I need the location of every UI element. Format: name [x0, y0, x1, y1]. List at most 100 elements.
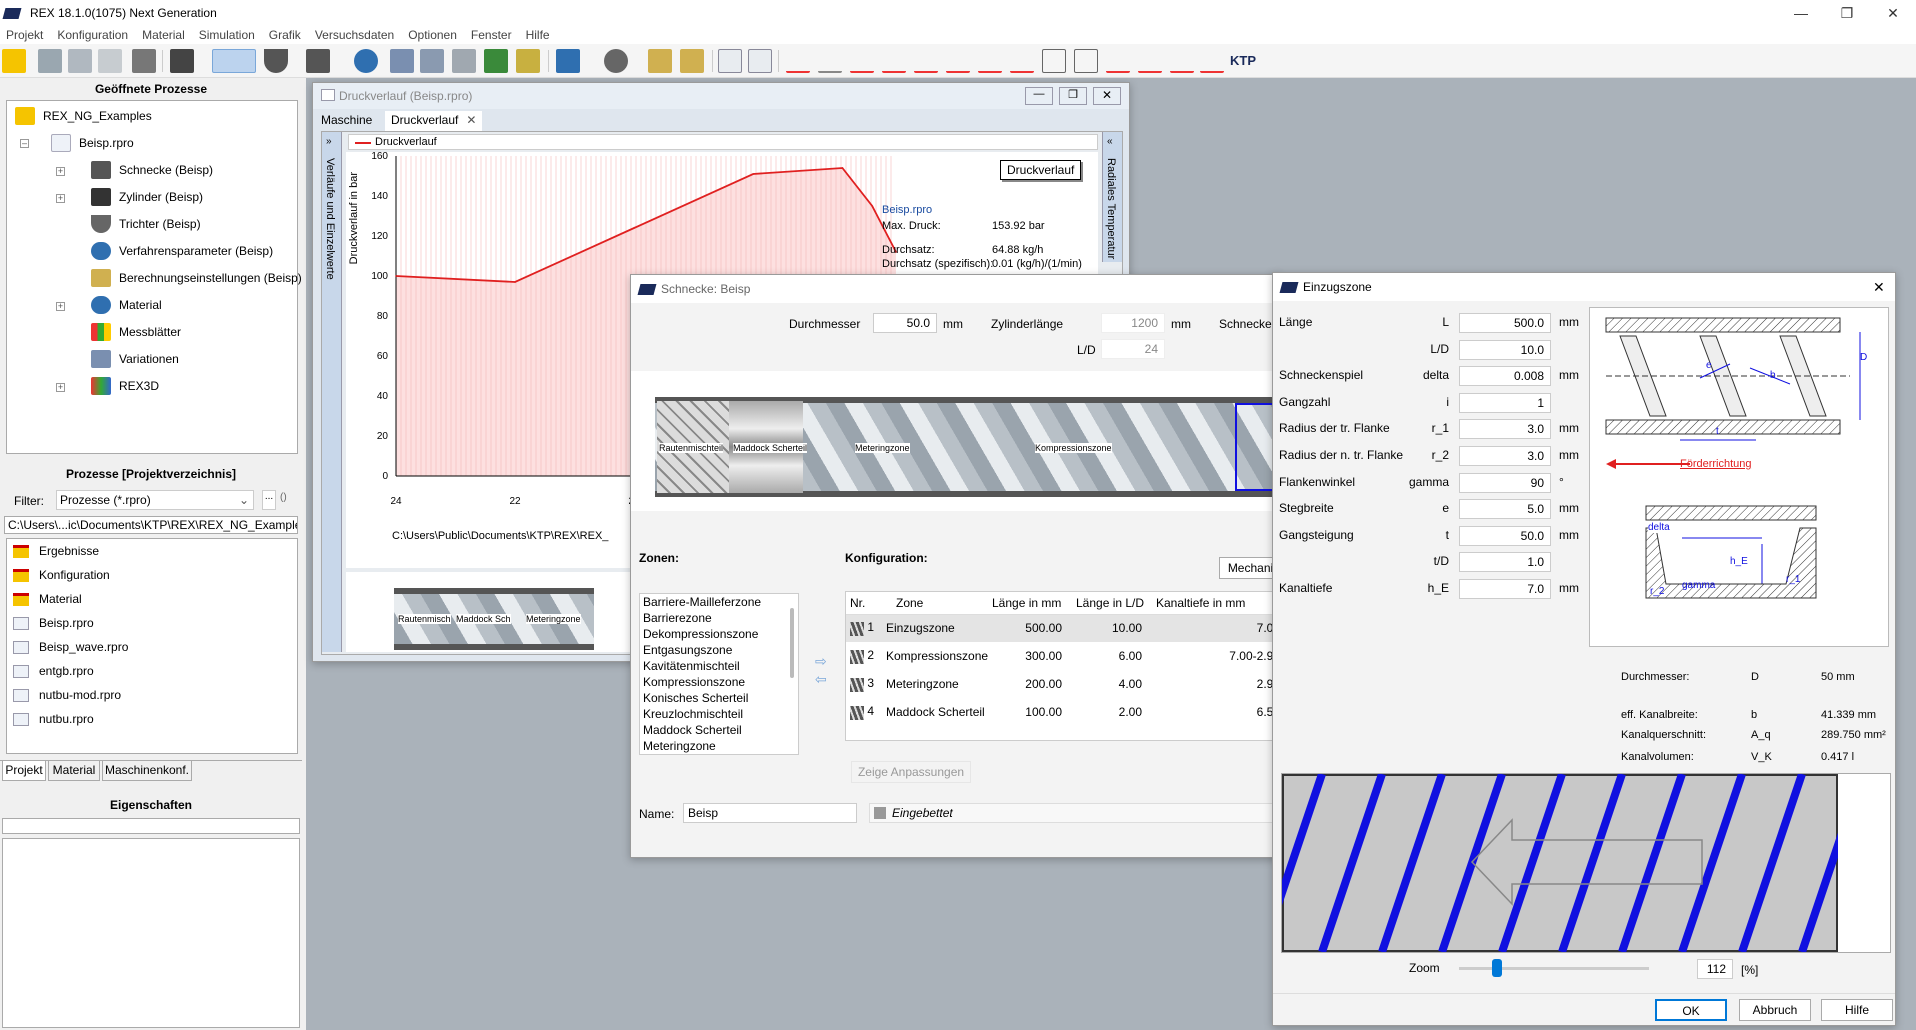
- sheet-icon[interactable]: [748, 49, 772, 73]
- table-row[interactable]: 1 Einzugszone 500.00 10.00 7.00: [846, 614, 1280, 642]
- tab-maschinenkonf[interactable]: Maschinenkonf.: [102, 761, 192, 781]
- expand-icon[interactable]: +: [56, 167, 65, 176]
- ktp-logo-icon[interactable]: KTP: [1230, 49, 1256, 73]
- field-input[interactable]: 1: [1459, 392, 1551, 413]
- ok-button[interactable]: OK: [1655, 999, 1727, 1021]
- calc2-icon[interactable]: [680, 49, 704, 73]
- curve1-icon[interactable]: [786, 49, 810, 73]
- zoom-slider[interactable]: [1459, 959, 1649, 977]
- curve9-icon[interactable]: [1042, 49, 1066, 73]
- zone-list-item[interactable]: Maddock Scherteil: [640, 722, 798, 738]
- curve4-icon[interactable]: [882, 49, 906, 73]
- tree-item-messblaetter[interactable]: Messblätter: [91, 323, 181, 341]
- help-button[interactable]: Hilfe: [1821, 999, 1893, 1021]
- curve3-icon[interactable]: [850, 49, 874, 73]
- filter-select[interactable]: Prozesse (*.rpro) ⌄: [56, 490, 254, 510]
- menu-versuchsdaten[interactable]: Versuchsdaten: [315, 28, 394, 42]
- minimize-button[interactable]: —: [1025, 87, 1053, 105]
- zone-list-item[interactable]: Barrierezone: [640, 610, 798, 626]
- path-field[interactable]: C:\Users\...ic\Documents\KTP\REX\REX_NG_…: [4, 516, 298, 534]
- left-side-panel[interactable]: » Verläufe und Einzelwerte: [322, 132, 342, 652]
- menu-optionen[interactable]: Optionen: [408, 28, 457, 42]
- grid-icon[interactable]: [452, 49, 476, 73]
- menu-projekt[interactable]: Projekt: [6, 28, 43, 42]
- folder-konfiguration[interactable]: Konfiguration: [13, 568, 110, 582]
- curve7-icon[interactable]: [978, 49, 1002, 73]
- print-icon[interactable]: [132, 49, 156, 73]
- right-side-panel[interactable]: « Radiales Temperatur: [1102, 132, 1122, 262]
- name-input[interactable]: Beisp: [683, 803, 857, 823]
- menu-hilfe[interactable]: Hilfe: [526, 28, 550, 42]
- curve13-icon[interactable]: [1170, 49, 1194, 73]
- close-icon[interactable]: ✕: [1873, 279, 1885, 296]
- expand-side-icon[interactable]: «: [1107, 136, 1113, 147]
- durchmesser-input[interactable]: 50.0: [873, 313, 937, 333]
- collapse-icon[interactable]: –: [20, 139, 29, 148]
- curve6-icon[interactable]: [946, 49, 970, 73]
- curve5-icon[interactable]: [914, 49, 938, 73]
- zone-list-item[interactable]: Kreuzlochmischteil: [640, 706, 798, 722]
- field-input[interactable]: 500.0: [1459, 313, 1551, 333]
- tree-item-schnecke[interactable]: Schnecke (Beisp): [91, 161, 213, 179]
- close-icon[interactable]: ✕: [1093, 87, 1121, 105]
- tab-material[interactable]: Material: [48, 761, 100, 781]
- tree-file[interactable]: Beisp.rpro: [51, 134, 134, 152]
- file-nutbu[interactable]: nutbu.rpro: [13, 712, 94, 726]
- field-input[interactable]: 5.0: [1459, 499, 1551, 520]
- zoom-slider-thumb[interactable]: [1492, 959, 1502, 977]
- screw-view[interactable]: Rautenmischteil Maddock Scherteil Meteri…: [631, 371, 1281, 511]
- expand-icon[interactable]: +: [56, 383, 65, 392]
- parameter-icon[interactable]: [390, 49, 414, 73]
- zone-list-item[interactable]: Meteringzone: [640, 738, 798, 754]
- tree-root[interactable]: REX_NG_Examples: [15, 107, 152, 125]
- file-beisp[interactable]: Beisp.rpro: [13, 616, 94, 630]
- gear-icon[interactable]: [604, 49, 628, 73]
- browse-button[interactable]: ...: [262, 490, 276, 510]
- expand-side-icon[interactable]: »: [326, 136, 332, 147]
- file-beisp-wave[interactable]: Beisp_wave.rpro: [13, 640, 128, 654]
- remove-zone-arrow-icon[interactable]: ⇦: [815, 671, 827, 688]
- refresh-icon[interactable]: (): [280, 492, 294, 508]
- tab-projekt[interactable]: Projekt: [2, 761, 46, 781]
- curve12-icon[interactable]: [1138, 49, 1162, 73]
- close-window-button[interactable]: ✕: [1870, 0, 1916, 26]
- menu-konfiguration[interactable]: Konfiguration: [57, 28, 128, 42]
- report-icon[interactable]: [516, 49, 540, 73]
- calc-icon[interactable]: [648, 49, 672, 73]
- cylinder-icon[interactable]: [170, 49, 194, 73]
- curve2-icon[interactable]: [818, 49, 842, 73]
- open-folder-icon[interactable]: [2, 49, 26, 73]
- tree-item-material[interactable]: Material: [91, 296, 162, 314]
- field-input[interactable]: 1.0: [1459, 552, 1551, 573]
- tab-maschine[interactable]: Maschine: [321, 113, 372, 127]
- table-row[interactable]: 2 Kompressionszone 300.00 6.00 7.00-2.90: [846, 642, 1280, 670]
- zone-list-item[interactable]: Barriere-Mailleferzone: [640, 594, 798, 610]
- field-input[interactable]: 3.0: [1459, 419, 1551, 440]
- tree-item-verfahren[interactable]: Verfahrensparameter (Beisp): [91, 242, 273, 260]
- folder-ergebnisse[interactable]: Ergebnisse: [13, 544, 99, 558]
- add-zone-arrow-icon[interactable]: ⇨: [815, 653, 827, 670]
- zone-list-item[interactable]: Entgasungszone: [640, 642, 798, 658]
- zonen-list[interactable]: Barriere-Mailleferzone Barrierezone Dekomp…: [639, 593, 799, 755]
- curve14-icon[interactable]: [1200, 49, 1224, 73]
- material-icon[interactable]: [354, 49, 378, 73]
- table-row[interactable]: 3 Meteringzone 200.00 4.00 2.90: [846, 670, 1280, 698]
- minimize-button[interactable]: —: [1778, 0, 1824, 26]
- curve10-icon[interactable]: [1074, 49, 1098, 73]
- file-nutbu-mod[interactable]: nutbu-mod.rpro: [13, 688, 121, 702]
- cancel-button[interactable]: Abbruch: [1739, 999, 1811, 1021]
- show-adjustments-button[interactable]: Zeige Anpassungen: [851, 761, 971, 783]
- table-row[interactable]: 4 Maddock Scherteil 100.00 2.00 6.53: [846, 698, 1280, 726]
- field-input[interactable]: 10.0: [1459, 339, 1551, 360]
- list-icon[interactable]: [718, 49, 742, 73]
- maximize-button[interactable]: ❐: [1059, 87, 1087, 105]
- curve11-icon[interactable]: [1106, 49, 1130, 73]
- scrollbar[interactable]: [790, 608, 794, 678]
- run-icon[interactable]: [556, 49, 580, 73]
- settings-icon[interactable]: [420, 49, 444, 73]
- menu-fenster[interactable]: Fenster: [471, 28, 512, 42]
- zone-list-item[interactable]: Konisches Scherteil: [640, 690, 798, 706]
- curve8-icon[interactable]: [1010, 49, 1034, 73]
- field-input[interactable]: 7.0: [1459, 579, 1551, 599]
- close-tab-icon[interactable]: ✕: [466, 113, 476, 127]
